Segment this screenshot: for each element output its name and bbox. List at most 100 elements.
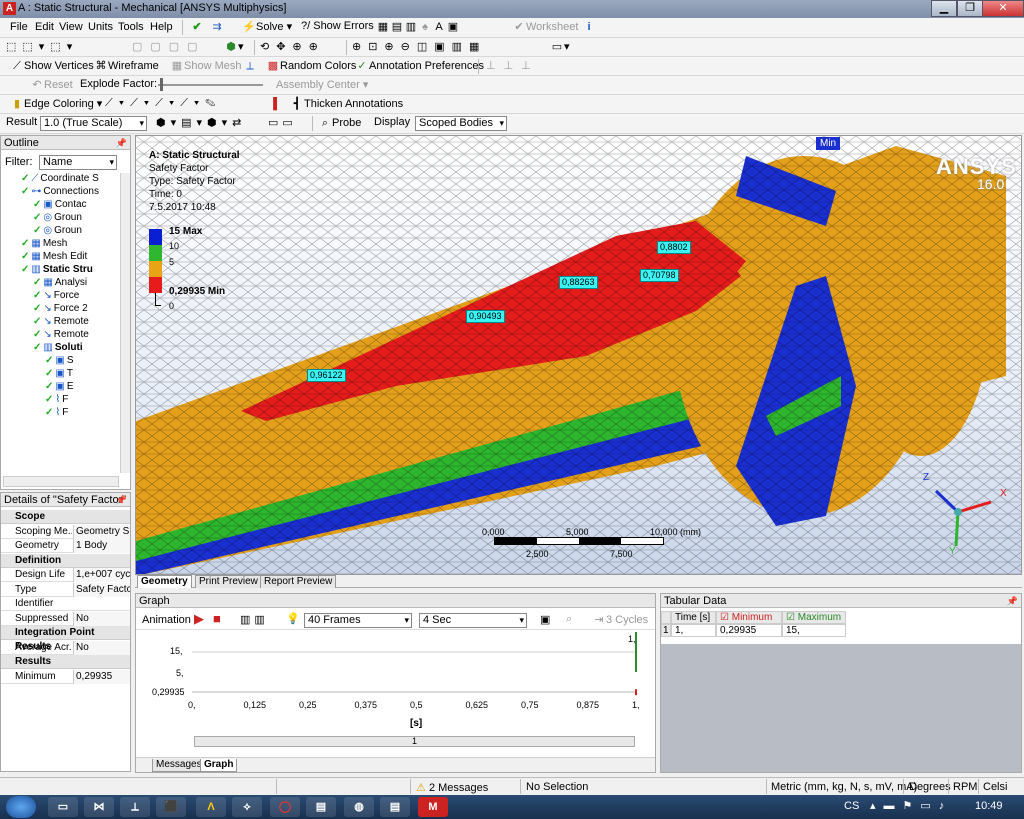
details-group[interactable]: Scope	[1, 510, 130, 524]
units-status[interactable]: Metric (mm, kg, N, s, mV, mA)	[771, 781, 917, 793]
explode-icons[interactable]: ⊥⊥⊥	[486, 59, 539, 72]
thicken-annotations-button[interactable]: ┫ Thicken Annotations	[290, 97, 403, 111]
visual-studio-icon[interactable]: ⋈	[84, 797, 114, 817]
edge-marker-icon[interactable]: ▌	[270, 97, 284, 111]
folder-icon[interactable]: ▤	[306, 797, 336, 817]
tree-item[interactable]: ✓ ⟋ Coordinate S	[21, 173, 99, 184]
play-icon[interactable]: ▶	[194, 611, 204, 627]
tab-graph[interactable]: Graph	[200, 759, 238, 772]
menu-edit[interactable]: Edit	[35, 21, 54, 33]
col-time[interactable]: Time [s]	[671, 611, 716, 624]
min-tag[interactable]: Min	[816, 137, 841, 150]
tray-icons[interactable]: ▴▬⚑▭♪	[870, 799, 952, 812]
details-row[interactable]: Scoping Me...Geometry S...	[1, 524, 130, 539]
details-row[interactable]: Average Acr... No	[1, 640, 130, 655]
tree-item[interactable]: ✓ ⊶ Connections	[21, 186, 99, 197]
stop-icon[interactable]: ■	[213, 611, 221, 626]
reset-button[interactable]: ↶ Reset	[30, 78, 72, 92]
details-row[interactable]: Geometry 1 Body	[1, 539, 130, 553]
pin-icon[interactable]: 📌	[1007, 594, 1018, 608]
temperature-status[interactable]: Celsi	[983, 781, 1007, 793]
details-value[interactable]: No	[73, 640, 130, 655]
menu-units[interactable]: Units	[88, 21, 113, 33]
document-icon[interactable]: ▤	[380, 797, 410, 817]
wireframe-button[interactable]: ⌘ Wireframe	[94, 59, 159, 73]
export-video-icon[interactable]: ▣	[540, 613, 550, 626]
probe-label-5[interactable]: 0,96122	[307, 369, 346, 382]
acrobat-icon[interactable]: ⟂	[120, 797, 150, 817]
tree-item[interactable]: ✓ ↘ Remote	[33, 329, 89, 340]
show-vertices-button[interactable]: ⟋ Show Vertices	[10, 59, 94, 73]
tree-item[interactable]: ✓ ⌇ F	[45, 407, 68, 418]
tree-item[interactable]: ✓ ▦ Mesh Edit	[21, 251, 87, 262]
probe-label-4[interactable]: 0,90493	[466, 310, 505, 323]
view-tools-icons[interactable]: ⟲✥⊕⊕	[260, 40, 325, 53]
assembly-center-dropdown[interactable]: Assembly Center ▾	[276, 78, 368, 91]
details-group[interactable]: Definition	[1, 553, 130, 568]
details-row[interactable]: Type Safety Factor	[1, 582, 130, 597]
col-maximum[interactable]: ☑ Maximum	[782, 611, 846, 624]
details-value[interactable]: 0,29935	[73, 669, 130, 684]
mechanical-taskbar-icon[interactable]: ⟡	[232, 797, 262, 817]
check-icon[interactable]: ✔	[190, 20, 204, 34]
tree-item[interactable]: ✓ ◎ Groun	[33, 225, 82, 236]
explode-factor-slider[interactable]	[158, 84, 263, 86]
tree-item[interactable]: ✓ ▥ Static Stru	[21, 264, 93, 275]
solve-button[interactable]: ⚡Solve ▾	[242, 20, 292, 34]
probe-label-3[interactable]: 0,88263	[559, 276, 598, 289]
show-errors-button[interactable]: ?/ Show Errors	[301, 20, 374, 32]
zoom-graph-icon[interactable]: ⌕	[566, 613, 572, 626]
details-group[interactable]: Integration Point Results	[1, 626, 130, 652]
tree-item[interactable]: ✓ ▣ Contac	[33, 199, 87, 210]
filter-dropdown[interactable]: Name	[39, 155, 117, 170]
edge-style-icons[interactable]: ⟋▾⟋▾⟋▾⟋▾✎	[105, 97, 221, 110]
menu-help[interactable]: Help	[150, 21, 173, 33]
opera-icon[interactable]: ◯	[270, 797, 300, 817]
tab-report-preview[interactable]: Report Preview	[260, 575, 337, 588]
zoom-tools-icons[interactable]: ⊕⊡⊕⊖◫▣▥▦	[352, 40, 486, 53]
solve-arrows-icon[interactable]: ⇉	[210, 20, 224, 34]
workbench-icon[interactable]: ⬛	[156, 797, 186, 817]
tree-item[interactable]: ✓ ▥ Soluti	[33, 342, 83, 353]
display-dropdown[interactable]: Scoped Bodies	[415, 116, 507, 131]
pin-icon[interactable]: 📌	[116, 136, 127, 150]
tree-item[interactable]: ✓ ◎ Groun	[33, 212, 82, 223]
show-mesh-button[interactable]: ▦ Show Mesh	[170, 59, 242, 73]
explorer-icon[interactable]: ▭	[48, 797, 78, 817]
messages-status[interactable]: ⚠ 2 Messages	[416, 781, 488, 794]
details-value[interactable]: Geometry S...	[73, 524, 130, 539]
graphics-viewport[interactable]: A: Static Structural Safety Factor Type:…	[135, 135, 1022, 575]
slider-thumb[interactable]	[160, 78, 163, 91]
probe-label-2[interactable]: 0,70798	[640, 269, 679, 282]
rpm-status[interactable]: RPM	[953, 781, 977, 793]
cell-maximum[interactable]: 15,	[782, 624, 846, 637]
frame-mode-icons[interactable]: ▥▥	[240, 613, 269, 626]
tree-item[interactable]: ✓ ▣ E	[45, 381, 74, 392]
info-icon[interactable]: i	[582, 20, 596, 34]
tree-item[interactable]: ✓ ↘ Remote	[33, 316, 89, 327]
tree-item[interactable]: ✓ ▦ Analysi	[33, 277, 87, 288]
ansys-workbench-icon[interactable]: Λ	[196, 797, 226, 817]
random-colors-button[interactable]: ▩ Random Colors	[266, 59, 357, 73]
lightbulb-icon[interactable]: 💡	[286, 612, 300, 625]
duration-dropdown[interactable]: 4 Sec	[419, 613, 527, 628]
probe-button[interactable]: ⌕ Probe	[318, 116, 361, 130]
frames-dropdown[interactable]: 40 Frames	[304, 613, 412, 628]
details-value[interactable]: Safety Factor	[73, 582, 130, 597]
details-value[interactable]: 1 Body	[73, 539, 130, 553]
frame-icon[interactable]: ▭ ▾	[550, 40, 570, 54]
select-filter-icons[interactable]: ▢▢▢▢	[132, 40, 206, 53]
tab-geometry[interactable]: Geometry	[137, 575, 192, 588]
details-group[interactable]: Results	[1, 655, 130, 669]
tree-item[interactable]: ✓ ⌇ F	[45, 394, 68, 405]
pin-icon[interactable]: 📌	[116, 493, 127, 507]
cell-time[interactable]: 1,	[671, 624, 716, 637]
timeline-bar[interactable]: 1	[194, 736, 635, 747]
menu-file[interactable]: File	[10, 21, 28, 33]
language-indicator[interactable]: CS	[844, 800, 859, 812]
details-row[interactable]: Suppressed No	[1, 611, 130, 626]
result-display-icons[interactable]: ⬢▾▤▾⬢▾⇄	[156, 116, 246, 129]
graph-chart[interactable]	[136, 630, 655, 740]
edge-coloring-dropdown[interactable]: ▮ Edge Coloring ▾	[10, 97, 102, 111]
worksheet-button[interactable]: ✔ Worksheet	[512, 20, 578, 34]
